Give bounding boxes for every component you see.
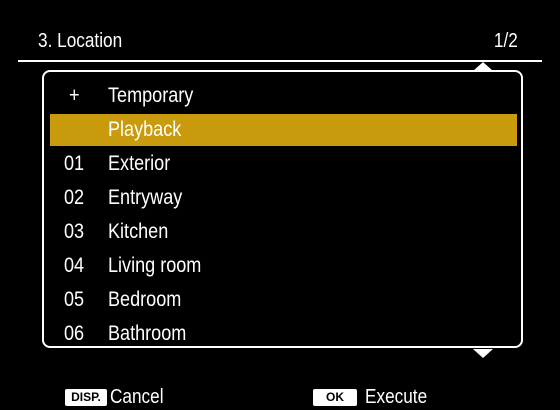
- list-item-living-room[interactable]: 04 Living room: [50, 249, 517, 283]
- footer-bar: DISP. Cancel OK Execute: [0, 386, 560, 409]
- list-item-label: Bathroom: [108, 322, 187, 345]
- list-item-entryway[interactable]: 02 Entryway: [50, 181, 517, 215]
- list-item-number: 05: [64, 288, 85, 311]
- list-item-exterior[interactable]: 01 Exterior: [50, 147, 517, 181]
- list-item-temporary[interactable]: + Temporary: [50, 79, 517, 113]
- list-item-label: Temporary: [108, 84, 194, 107]
- execute-label: Execute: [365, 386, 428, 408]
- page-indicator: 1/2: [494, 30, 518, 52]
- list-item-label: Playback: [108, 118, 182, 141]
- list-item-kitchen[interactable]: 03 Kitchen: [50, 215, 517, 249]
- list-item-number: 01: [64, 152, 85, 175]
- location-list: + Temporary Playback 01 Exterior 02 Entr…: [50, 79, 517, 351]
- list-item-label: Exterior: [108, 152, 171, 175]
- header-divider: [18, 60, 542, 62]
- list-item-bathroom[interactable]: 06 Bathroom: [50, 317, 517, 351]
- list-item-number: +: [69, 84, 80, 107]
- list-item-label: Living room: [108, 254, 202, 277]
- list-item-label: Entryway: [108, 186, 183, 209]
- list-item-bedroom[interactable]: 05 Bedroom: [50, 283, 517, 317]
- page-title: 3. Location: [38, 30, 123, 52]
- list-item-label: Kitchen: [108, 220, 169, 243]
- list-item-number: 03: [64, 220, 85, 243]
- list-item-label: Bedroom: [108, 288, 182, 311]
- cancel-label: Cancel: [110, 386, 164, 408]
- list-item-playback[interactable]: Playback: [50, 114, 517, 146]
- list-item-number: 06: [64, 322, 85, 345]
- scroll-up-icon[interactable]: [473, 62, 493, 71]
- ok-key-badge[interactable]: OK: [313, 389, 357, 406]
- disp-key-badge[interactable]: DISP.: [65, 389, 107, 406]
- list-item-number: 04: [64, 254, 85, 277]
- list-item-number: 02: [64, 186, 85, 209]
